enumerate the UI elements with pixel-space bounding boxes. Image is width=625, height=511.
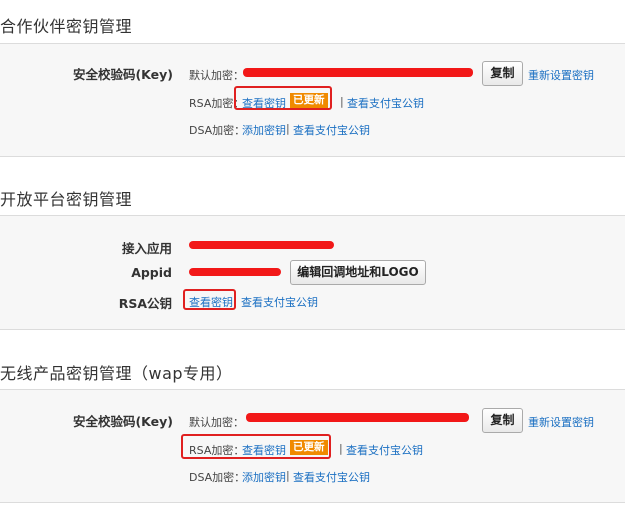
open-platform-section-title: 开放平台密钥管理 — [0, 190, 133, 209]
redacted-key-value — [243, 68, 473, 77]
wap-dsa-add-key-link[interactable]: 添加密钥 — [242, 469, 286, 485]
wap-rsa-alipay-pubkey-link[interactable]: 查看支付宝公钥 — [346, 442, 423, 458]
separator: | — [286, 122, 290, 135]
wap-default-enc-label: 默认加密： — [189, 416, 244, 429]
open-rsa-label: RSA公钥 — [118, 296, 172, 311]
partner-dsa-label: DSA加密： — [189, 124, 246, 137]
wap-copy-button[interactable]: 复制 — [482, 408, 523, 433]
partner-default-enc-label: 默认加密： — [189, 69, 244, 82]
partner-rsa-updated-badge: 已更新 — [290, 93, 328, 108]
partner-dsa-add-key-link[interactable]: 添加密钥 — [242, 122, 286, 138]
wap-rsa-view-key-link[interactable]: 查看密钥 — [242, 442, 286, 458]
open-rsa-alipay-pubkey-link[interactable]: 查看支付宝公钥 — [241, 294, 318, 310]
open-rsa-view-key-link[interactable]: 查看密钥 — [189, 294, 233, 310]
wap-security-key-label: 安全校验码(Key) — [72, 414, 173, 429]
partner-rsa-view-key-link[interactable]: 查看密钥 — [242, 95, 286, 111]
open-appid-label: Appid — [131, 265, 172, 280]
separator: | — [339, 442, 343, 455]
partner-reset-key-link[interactable]: 重新设置密钥 — [528, 67, 594, 83]
wap-section-title: 无线产品密钥管理（wap专用） — [0, 364, 233, 383]
redacted-key-value — [246, 413, 469, 422]
redacted-app-name — [189, 241, 334, 249]
wap-reset-key-link[interactable]: 重新设置密钥 — [528, 414, 594, 430]
edit-callback-logo-button[interactable]: 编辑回调地址和LOGO — [290, 260, 426, 285]
open-app-label: 接入应用 — [121, 241, 172, 256]
partner-rsa-alipay-pubkey-link[interactable]: 查看支付宝公钥 — [347, 95, 424, 111]
separator: | — [340, 95, 344, 108]
wap-dsa-label: DSA加密： — [189, 471, 246, 484]
partner-dsa-alipay-pubkey-link[interactable]: 查看支付宝公钥 — [293, 122, 370, 138]
partner-security-key-label: 安全校验码(Key) — [72, 67, 173, 82]
separator: | — [286, 469, 290, 482]
wap-rsa-updated-badge: 已更新 — [290, 440, 328, 455]
partner-copy-button[interactable]: 复制 — [482, 61, 523, 86]
partner-section-title: 合作伙伴密钥管理 — [0, 17, 133, 36]
redacted-appid — [189, 268, 281, 276]
wap-dsa-alipay-pubkey-link[interactable]: 查看支付宝公钥 — [293, 469, 370, 485]
